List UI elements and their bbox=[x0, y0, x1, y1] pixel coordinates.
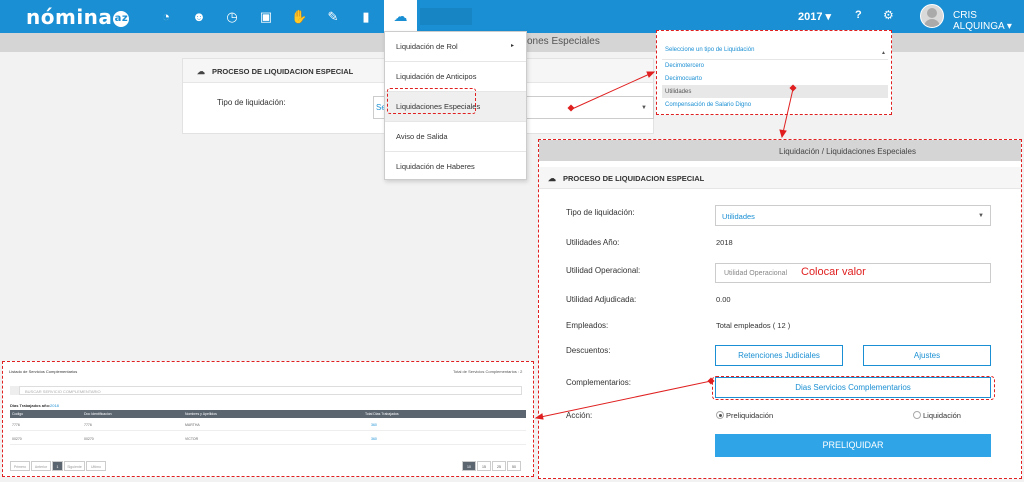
arrow-to-form bbox=[781, 88, 794, 138]
annotation-arrows bbox=[534, 71, 797, 420]
arrow-to-list bbox=[535, 380, 712, 419]
arrow-to-popup bbox=[571, 71, 655, 110]
